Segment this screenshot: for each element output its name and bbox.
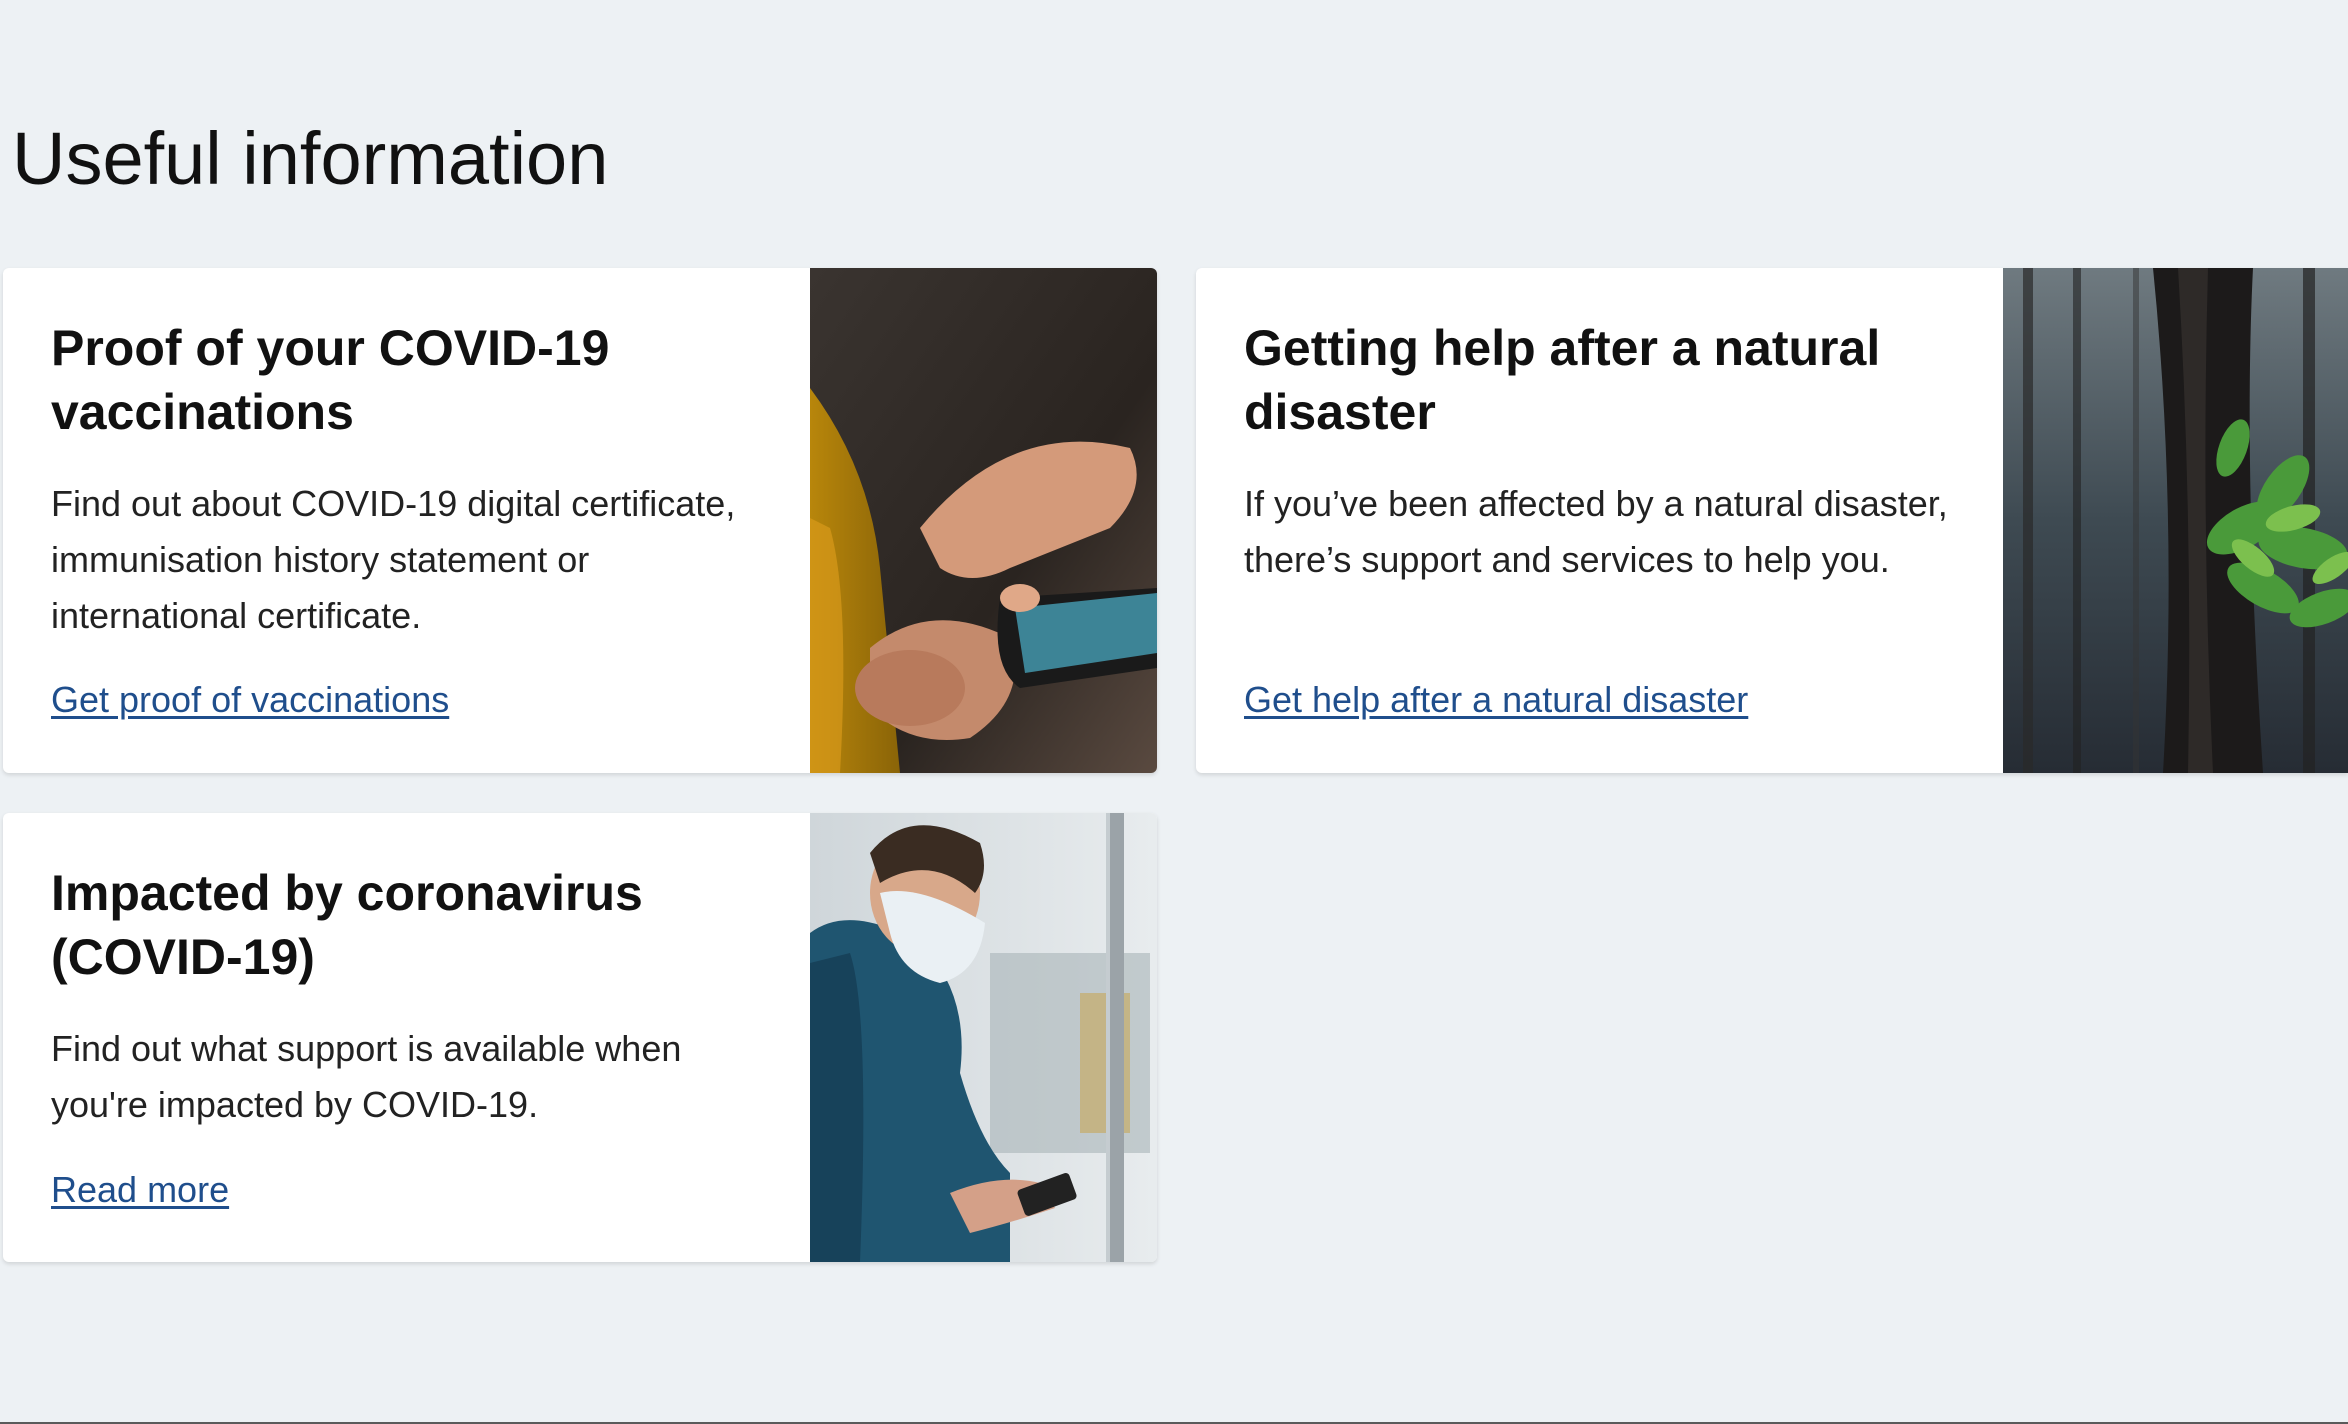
card-description: Find out about COVID-19 digital certific…	[51, 483, 736, 636]
card-description: If you’ve been affected by a natural dis…	[1244, 483, 1948, 580]
card-title: Proof of your COVID-19 vaccinations	[51, 320, 610, 440]
card-title: Impacted by coronavirus (COVID-19)	[51, 865, 643, 985]
get-help-after-natural-disaster-link[interactable]: Get help after a natural disaster	[1244, 678, 1748, 722]
card-covid-impact-support: Impacted by coronavirus (COVID-19) Find …	[3, 813, 1157, 1262]
burnt-tree-regrowth-image	[2003, 268, 2348, 773]
read-more-link[interactable]: Read more	[51, 1168, 229, 1212]
card-description: Find out what support is available when …	[51, 1028, 682, 1125]
section-title: Useful information	[12, 117, 609, 200]
masked-commuter-illustration	[810, 813, 1157, 1262]
card-title: Getting help after a natural disaster	[1244, 320, 1881, 440]
hand-holding-phone-image	[810, 268, 1157, 773]
card-covid-vaccination-proof: Proof of your COVID-19 vaccinations Find…	[3, 268, 1157, 773]
burnt-tree-regrowth-illustration	[2003, 268, 2348, 773]
hand-holding-phone-illustration	[810, 268, 1157, 773]
get-proof-of-vaccinations-link[interactable]: Get proof of vaccinations	[51, 678, 449, 722]
card-natural-disaster-help: Getting help after a natural disaster If…	[1196, 268, 2348, 773]
masked-commuter-image	[810, 813, 1157, 1262]
